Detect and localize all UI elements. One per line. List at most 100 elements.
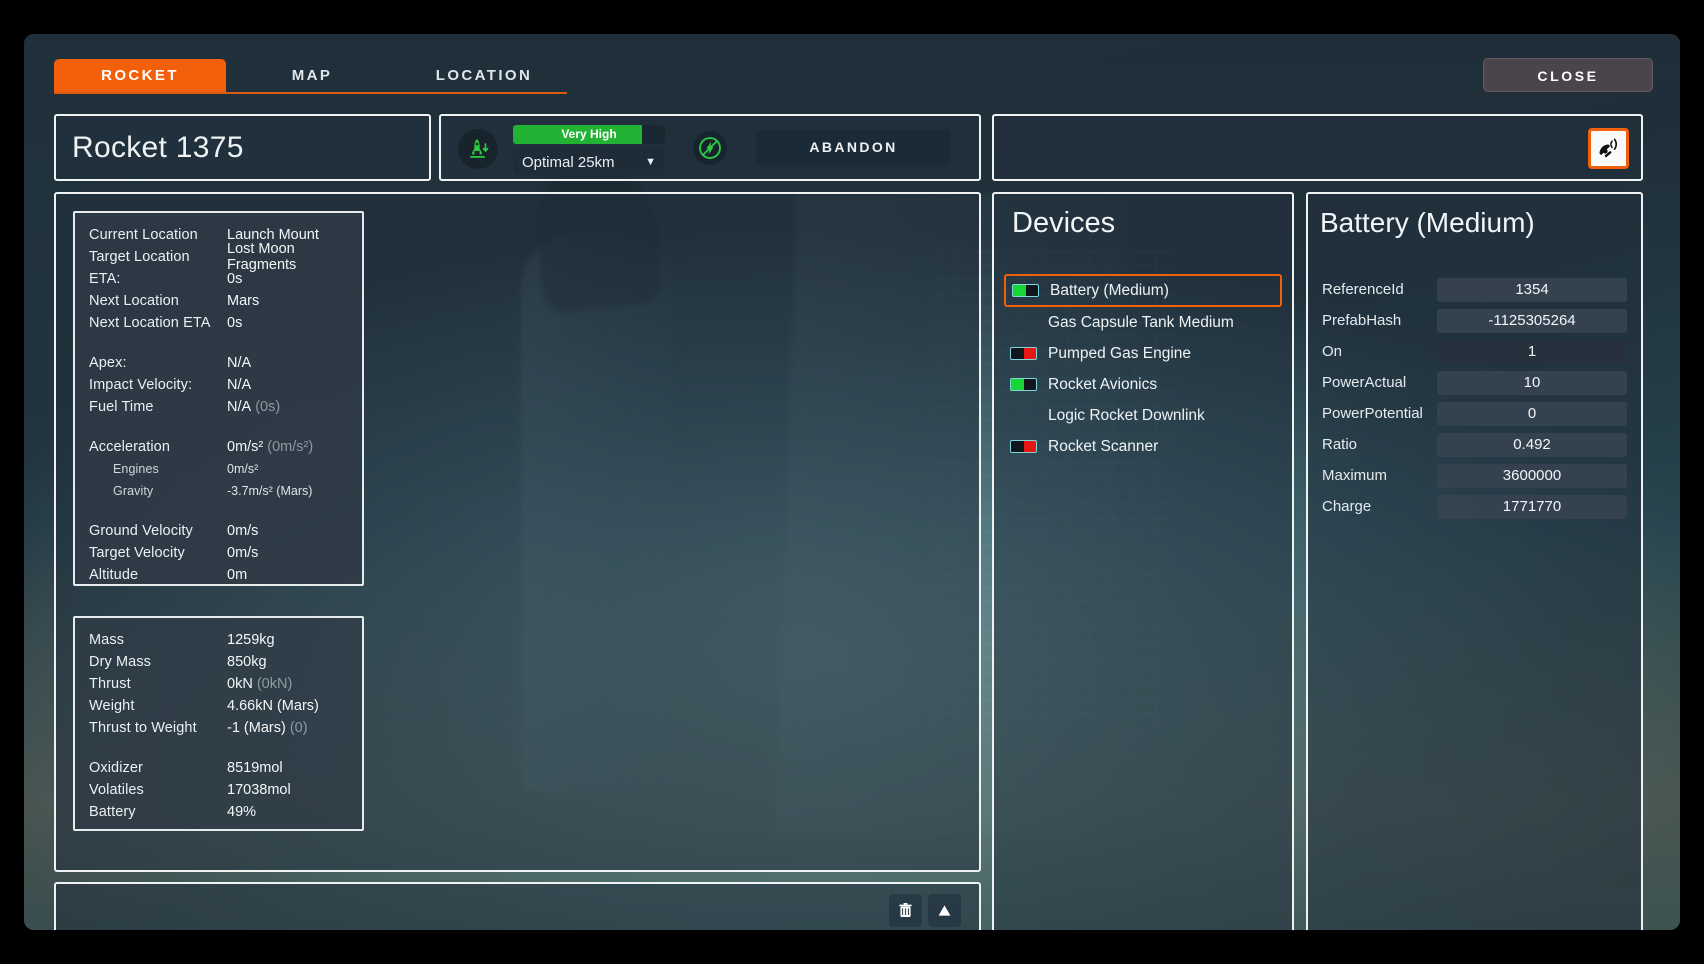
device-properties-panel: Battery (Medium) ReferenceId 1354 Prefab…	[1306, 192, 1643, 930]
property-value[interactable]: 0.492	[1437, 432, 1627, 457]
rocket-name: Rocket 1375	[72, 130, 244, 164]
property-key: Maximum	[1322, 467, 1388, 484]
tab-bar: ROCKET MAP LOCATION CLOSE	[24, 34, 1680, 106]
stat-row: Target Location Lost Moon Fragments	[89, 241, 297, 273]
stat-row: Apex: N/A	[89, 355, 252, 371]
stat-row: Thrust 0kN (0kN)	[89, 676, 293, 692]
property-row: Maximum 3600000	[1322, 460, 1627, 491]
property-key: ReferenceId	[1322, 281, 1404, 298]
device-item-pumped-gas-engine[interactable]: Pumped Gas Engine	[1004, 338, 1282, 369]
toggle-on-icon[interactable]	[1010, 378, 1037, 391]
altitude-select[interactable]: Optimal 25km ▼	[513, 149, 665, 175]
divider	[89, 418, 348, 436]
property-key: PowerPotential	[1322, 405, 1423, 422]
chevron-down-icon: ▼	[645, 156, 656, 168]
property-value[interactable]: 10	[1437, 370, 1627, 395]
power-disabled-icon[interactable]	[693, 131, 727, 165]
trash-icon[interactable]	[889, 894, 922, 927]
main-viewport: Current Location Launch Mount Target Loca…	[54, 192, 981, 872]
property-value[interactable]: 1354	[1437, 277, 1627, 302]
stat-row: Next Location Mars	[89, 293, 260, 309]
property-row: PowerActual 10	[1322, 367, 1627, 398]
stat-row: Next Location ETA 0s	[89, 315, 243, 331]
signal-strength-bar: Very High	[513, 125, 665, 144]
device-item-rocket-avionics[interactable]: Rocket Avionics	[1004, 369, 1282, 400]
stat-row: Engines 0m/s²	[113, 462, 259, 476]
signal-strength-label: Very High	[561, 127, 617, 141]
property-key: Ratio	[1322, 436, 1358, 453]
device-label: Rocket Avionics	[1048, 375, 1158, 393]
stat-row: Mass 1259kg	[89, 632, 275, 648]
rocket-landing-icon	[458, 129, 498, 169]
stats-velocity-group: Ground Velocity 0m/s Target Velocity 0m/s …	[89, 520, 348, 586]
stat-row: Dry Mass 850kg	[89, 654, 267, 670]
toggle-on-icon[interactable]	[1012, 284, 1039, 297]
property-value[interactable]: 1	[1437, 339, 1627, 364]
property-row: Charge 1771770	[1322, 491, 1627, 522]
device-label: Battery (Medium)	[1050, 281, 1169, 299]
tab-underline	[54, 92, 567, 94]
property-key: Charge	[1322, 498, 1372, 515]
property-row: On 1	[1322, 336, 1627, 367]
property-key: On	[1322, 343, 1343, 360]
device-item-rocket-scanner[interactable]: Rocket Scanner	[1004, 431, 1282, 462]
rocket-controls-panel: Very High Optimal 25km ▼ ABANDON	[439, 114, 981, 181]
device-properties-list: ReferenceId 1354 PrefabHash -1125305264 …	[1322, 274, 1627, 522]
property-row: ReferenceId 1354	[1322, 274, 1627, 305]
toggle-off-icon[interactable]	[1010, 347, 1037, 360]
close-button[interactable]: CLOSE	[1483, 58, 1653, 92]
stat-row: Oxidizer 8519mol	[89, 760, 283, 776]
divider	[89, 739, 348, 757]
stat-row: Volatiles 17038mol	[89, 782, 291, 798]
device-item-gas-capsule-tank-medium[interactable]: Gas Capsule Tank Medium	[1004, 307, 1282, 338]
stat-row: Weight 4.66kN (Mars)	[89, 698, 319, 714]
stat-row: Target Velocity 0m/s	[89, 545, 259, 561]
mass-stats-panel: Mass 1259kg Dry Mass 850kg Thrust 0kN (0kN)…	[73, 616, 364, 831]
property-row: Ratio 0.492	[1322, 429, 1627, 460]
divider	[89, 502, 348, 520]
device-item-logic-rocket-downlink[interactable]: Logic Rocket Downlink	[1004, 400, 1282, 431]
rocket-window: ROCKET MAP LOCATION CLOSE Rocket 1375 Ve…	[24, 34, 1680, 930]
tab-rocket[interactable]: ROCKET	[54, 59, 226, 92]
stat-row: Fuel Time N/A (0s)	[89, 399, 281, 415]
property-row: PrefabHash -1125305264	[1322, 305, 1627, 336]
devices-title: Devices	[1012, 207, 1116, 239]
tab-list: ROCKET MAP LOCATION	[54, 59, 570, 92]
device-label: Pumped Gas Engine	[1048, 344, 1192, 362]
device-label: Logic Rocket Downlink	[1048, 406, 1205, 424]
stat-row: Altitude 0m	[89, 567, 248, 583]
stats-flight-group: Apex: N/A Impact Velocity: N/A Fuel Time N/…	[89, 352, 348, 418]
device-label: Gas Capsule Tank Medium	[1048, 313, 1234, 331]
stats-accel-group: Acceleration 0m/s² (0m/s²) Engines 0m/s² G…	[89, 436, 348, 502]
abandon-button[interactable]: ABANDON	[756, 130, 951, 165]
devices-panel: Devices Battery (Medium) Gas Capsule Tan…	[992, 192, 1294, 930]
flight-stats-panel: Current Location Launch Mount Target Loca…	[73, 211, 364, 586]
property-key: PrefabHash	[1322, 312, 1402, 329]
rocket-title-panel: Rocket 1375	[54, 114, 431, 181]
property-value[interactable]: 0	[1437, 401, 1627, 426]
device-properties-title: Battery (Medium)	[1320, 207, 1535, 238]
comms-panel	[992, 114, 1643, 181]
tab-location[interactable]: LOCATION	[398, 59, 570, 92]
property-value[interactable]: 1771770	[1437, 494, 1627, 519]
toggle-off-icon[interactable]	[1010, 440, 1037, 453]
stat-row: Thrust to Weight -1 (Mars) (0)	[89, 720, 308, 736]
stats-nav-group: Current Location Launch Mount Target Loca…	[89, 224, 348, 334]
bottom-toolbar	[54, 882, 981, 930]
device-item-battery-medium[interactable]: Battery (Medium)	[1004, 274, 1282, 307]
property-value[interactable]: 3600000	[1437, 463, 1627, 488]
stat-row: Gravity -3.7m/s² (Mars)	[113, 484, 313, 498]
stat-row: Impact Velocity: N/A	[89, 377, 252, 393]
stat-row: Acceleration 0m/s² (0m/s²)	[89, 439, 314, 455]
altitude-select-value: Optimal 25km	[522, 153, 615, 171]
up-arrow-icon[interactable]	[928, 894, 961, 927]
device-list: Battery (Medium) Gas Capsule Tank Medium…	[1004, 274, 1282, 462]
property-row: PowerPotential 0	[1322, 398, 1627, 429]
property-value[interactable]: -1125305264	[1437, 308, 1627, 333]
stat-row: Battery 49%	[89, 804, 257, 820]
satellite-dish-icon[interactable]	[1588, 128, 1629, 169]
tab-map[interactable]: MAP	[226, 59, 398, 92]
device-label: Rocket Scanner	[1048, 437, 1159, 455]
property-key: PowerActual	[1322, 374, 1407, 391]
divider	[89, 334, 348, 352]
